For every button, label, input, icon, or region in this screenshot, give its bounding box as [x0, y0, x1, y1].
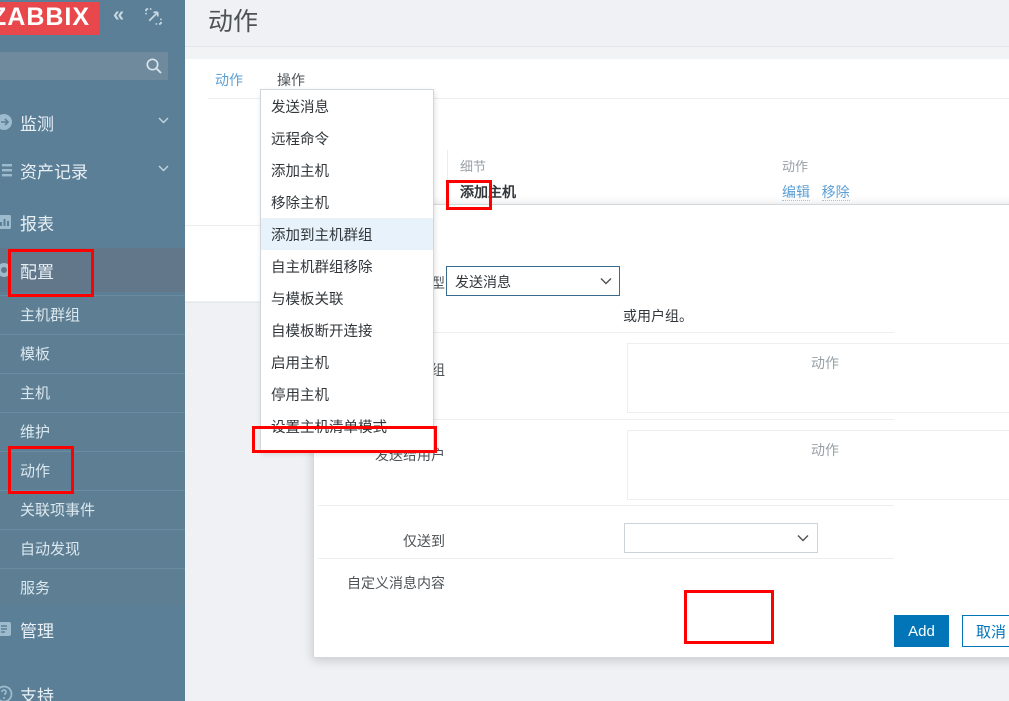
main-content: 动作 动作 操作 操作 细节 动作 添加主机 编辑 移除 — [185, 0, 1009, 701]
reports-icon — [0, 215, 11, 229]
operation-type-value: 发送消息 — [455, 274, 511, 290]
monitoring-icon — [0, 114, 12, 130]
sidebar-item-administration[interactable]: 管理 — [0, 607, 185, 651]
inventory-icon — [2, 164, 12, 177]
expand-icon[interactable] — [145, 8, 162, 25]
sidebar-subitem-label: 服务 — [20, 580, 51, 597]
sidebar-item-reports[interactable]: 报表 — [0, 200, 185, 244]
sidebar-item-label: 支持 — [20, 686, 54, 701]
cell-actions: 编辑 移除 — [782, 182, 982, 202]
dropdown-option[interactable]: 移除主机 — [261, 186, 433, 218]
sidebar-subitem-label: 维护 — [20, 424, 51, 441]
sidebar: ZABBIX « 监测 资产记录 报表 配置 主机群组 模板 主机 维护 动作 … — [0, 0, 185, 701]
zabbix-logo[interactable]: ZABBIX — [0, 2, 100, 35]
sidebar-subitem-maintenance[interactable]: 维护 — [0, 412, 185, 450]
cancel-button[interactable]: 取消 — [962, 615, 1009, 647]
send-only-to-select[interactable] — [624, 523, 818, 553]
send-only-to-label: 仅送到 — [403, 533, 445, 549]
remove-link[interactable]: 移除 — [821, 184, 850, 201]
dropdown-option[interactable]: 远程命令 — [261, 122, 433, 154]
table-row: 添加主机 编辑 移除 — [448, 179, 1009, 207]
sidebar-subitem-actions[interactable]: 动作 — [0, 451, 185, 489]
sidebar-item-configuration[interactable]: 配置 — [0, 248, 185, 292]
sidebar-subitem-services[interactable]: 服务 — [0, 568, 185, 606]
row-separator — [318, 505, 894, 506]
column-header-action: 动作 — [782, 159, 809, 174]
sidebar-subitem-templates[interactable]: 模板 — [0, 334, 185, 372]
column-header-detail: 细节 — [460, 159, 487, 174]
sidebar-item-monitoring[interactable]: 监测 — [0, 100, 185, 144]
chevron-down-icon — [158, 117, 169, 124]
sidebar-subitem-label: 主机群组 — [20, 307, 81, 324]
send-to-users-box[interactable]: 动作 — [627, 430, 1009, 500]
row-separator — [318, 558, 894, 559]
dropdown-option[interactable]: 停用主机 — [261, 378, 433, 410]
operations-table: 细节 动作 添加主机 编辑 移除 — [447, 150, 1009, 207]
card-top-band — [185, 47, 1009, 59]
sidebar-item-support[interactable]: 支持 — [0, 672, 185, 701]
sidebar-item-label: 管理 — [20, 621, 54, 641]
dropdown-option[interactable]: 启用主机 — [261, 346, 433, 378]
configuration-icon — [0, 263, 11, 277]
placeholder-header: 动作 — [811, 442, 839, 458]
table-header-row: 细节 动作 — [448, 150, 1009, 179]
sidebar-item-label: 配置 — [20, 262, 54, 282]
dropdown-option-selected[interactable]: 添加到主机群组 — [261, 218, 433, 250]
search-input[interactable] — [0, 52, 168, 80]
chevron-double-left-icon[interactable]: « — [113, 5, 124, 25]
dropdown-option[interactable]: 自模板断开连接 — [261, 314, 433, 346]
dropdown-option[interactable]: 设置主机清单模式 — [261, 410, 433, 442]
sidebar-subitem-label: 模板 — [20, 346, 51, 363]
sidebar-item-inventory[interactable]: 资产记录 — [0, 148, 185, 192]
chevron-down-icon — [600, 278, 612, 285]
sidebar-subitem-host-groups[interactable]: 主机群组 — [0, 295, 185, 333]
cell-detail: 添加主机 — [460, 184, 516, 200]
operation-type-dropdown[interactable]: 发送消息 远程命令 添加主机 移除主机 添加到主机群组 自主机群组移除 与模板关… — [260, 89, 434, 452]
hint-text: 或用户组。 — [623, 308, 693, 324]
support-icon — [0, 685, 13, 701]
administration-icon — [0, 622, 11, 636]
sidebar-header: ZABBIX « — [0, 0, 185, 38]
sidebar-subitem-label: 关联项事件 — [20, 502, 96, 519]
dropdown-option[interactable]: 发送消息 — [261, 90, 433, 122]
dropdown-option[interactable]: 添加主机 — [261, 154, 433, 186]
sidebar-subitem-label: 动作 — [20, 463, 51, 480]
sidebar-subitem-label: 自动发现 — [20, 541, 81, 558]
dropdown-option[interactable]: 与模板关联 — [261, 282, 433, 314]
dropdown-option[interactable]: 自主机群组移除 — [261, 250, 433, 282]
operation-type-select[interactable]: 发送消息 — [446, 266, 620, 296]
sidebar-item-label: 资产记录 — [20, 162, 88, 182]
sidebar-subitem-correlation[interactable]: 关联项事件 — [0, 490, 185, 528]
add-button[interactable]: Add — [894, 615, 949, 647]
edit-link[interactable]: 编辑 — [782, 184, 810, 201]
sidebar-item-label: 监测 — [20, 114, 54, 134]
chevron-down-icon — [797, 535, 809, 542]
app-root: ZABBIX « 监测 资产记录 报表 配置 主机群组 模板 主机 维护 动作 … — [0, 0, 1009, 701]
sidebar-subitem-label: 主机 — [20, 385, 51, 402]
tab-action[interactable]: 动作 — [208, 65, 250, 99]
sidebar-item-label: 报表 — [20, 214, 54, 234]
sidebar-subitem-discovery[interactable]: 自动发现 — [0, 529, 185, 567]
send-to-user-groups-box[interactable]: 动作 — [627, 343, 1009, 413]
custom-message-label: 自定义消息内容 — [347, 575, 445, 591]
placeholder-header: 动作 — [811, 355, 839, 371]
sidebar-subitem-hosts[interactable]: 主机 — [0, 373, 185, 411]
search-icon[interactable] — [145, 57, 163, 75]
chevron-down-icon — [158, 165, 169, 172]
page-title: 动作 — [208, 8, 259, 36]
